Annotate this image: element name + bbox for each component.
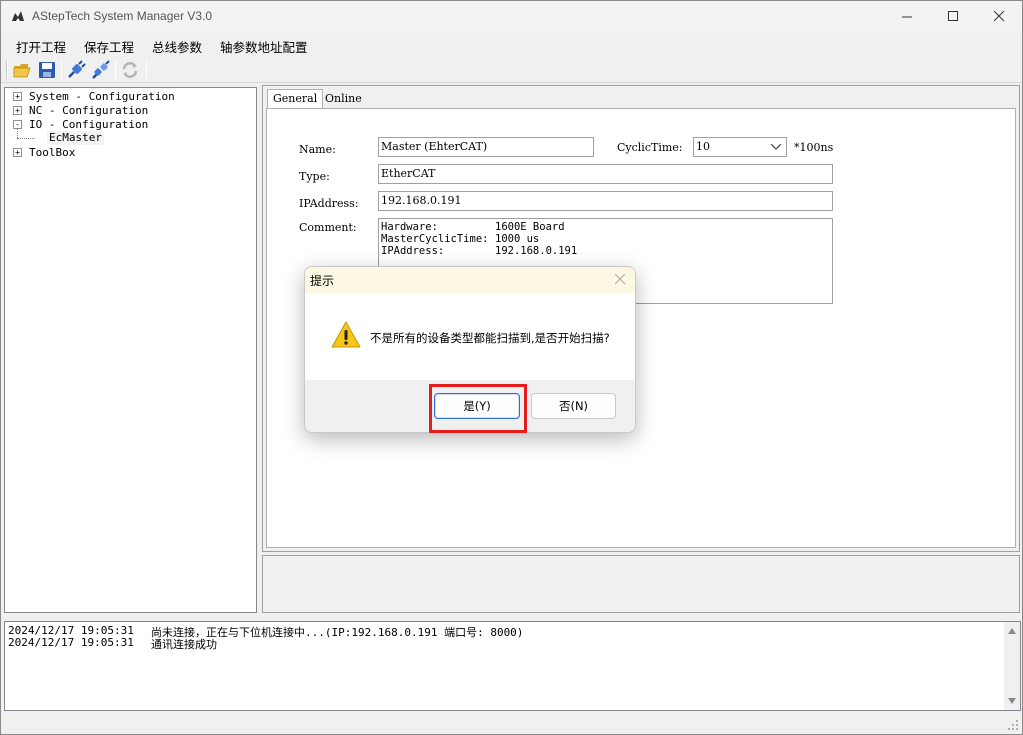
dialog-title-bar: 提示	[305, 267, 635, 293]
maximize-button[interactable]	[930, 1, 976, 32]
ip-address-field[interactable]: 192.168.0.191	[378, 191, 833, 211]
tree-connector	[17, 128, 18, 138]
tree-item-label: IO - Configuration	[29, 118, 149, 131]
comment-label: Comment:	[299, 221, 357, 234]
status-bar	[1, 713, 1022, 734]
title-bar: AStepTech System Manager V3.0	[1, 1, 1022, 32]
window-title: AStepTech System Manager V3.0	[32, 9, 213, 23]
tree-item-label: NC - Configuration	[29, 104, 149, 117]
tree-item-ecmaster[interactable]: EcMaster	[47, 131, 104, 145]
dialog-close-icon[interactable]	[615, 274, 626, 285]
tab-general[interactable]: General	[267, 89, 324, 109]
app-logo-icon	[12, 11, 24, 21]
warning-icon	[331, 321, 361, 348]
cyclic-time-unit: *100ns	[794, 141, 834, 154]
cyclic-time-value: 10	[696, 140, 710, 153]
resize-grip-icon[interactable]	[1007, 719, 1019, 731]
open-folder-icon[interactable]	[12, 60, 32, 80]
close-icon	[993, 11, 1004, 22]
minimize-icon	[901, 16, 912, 18]
log-output: 2024/12/17 19:05:31 尚未连接，正在与下位机连接中...(IP:…	[4, 621, 1021, 711]
comment-line: IPAddress: 192.168.0.191	[381, 245, 578, 257]
tab-online[interactable]: Online	[320, 90, 367, 110]
close-window-button[interactable]	[976, 1, 1022, 32]
menu-axis-address-config[interactable]: 轴参数地址配置	[220, 37, 308, 56]
comment-line: Hardware: 1600E Board	[381, 221, 565, 233]
dialog-title: 提示	[310, 274, 335, 288]
toolbar-separator	[115, 61, 116, 79]
toolbar-separator	[61, 61, 62, 79]
tree-connector	[17, 138, 35, 139]
no-button[interactable]: 否(N)	[531, 393, 616, 419]
tree-item-label: System - Configuration	[29, 90, 175, 103]
menu-bar: 打开工程 保存工程 总线参数 轴参数地址配置	[1, 32, 1022, 57]
dialog-message: 不是所有的设备类型都能扫描到,是否开始扫描?	[370, 331, 610, 345]
log-scrollbar[interactable]	[1004, 622, 1020, 710]
connect-plug-icon[interactable]	[66, 60, 86, 80]
cyclic-time-select[interactable]: 10	[693, 137, 787, 157]
disconnect-plug-icon[interactable]	[91, 60, 111, 80]
name-field[interactable]: Master (EhterCAT)	[378, 137, 594, 157]
menu-save-project[interactable]: 保存工程	[84, 37, 134, 56]
scroll-up-icon[interactable]	[1008, 628, 1016, 634]
ip-address-label: IPAddress:	[299, 197, 359, 210]
toolbar-separator	[146, 61, 147, 79]
menu-open-project[interactable]: 打开工程	[16, 37, 66, 56]
tree-item-label: EcMaster	[49, 131, 102, 144]
annotation-highlight-box	[429, 384, 527, 433]
save-disk-icon[interactable]	[37, 60, 57, 80]
menu-bus-params[interactable]: 总线参数	[152, 37, 202, 56]
toolbar	[1, 57, 1022, 83]
expand-icon[interactable]: +	[13, 92, 22, 101]
minimize-button[interactable]	[884, 1, 930, 32]
expand-icon[interactable]: +	[13, 148, 22, 157]
detail-panel	[262, 555, 1020, 613]
refresh-icon[interactable]	[120, 60, 140, 80]
type-field[interactable]: EtherCAT	[378, 164, 833, 184]
cyclic-time-label: CyclicTime:	[617, 141, 683, 154]
config-tree: + System - Configuration + NC - Configur…	[4, 87, 257, 613]
tree-item-label: ToolBox	[29, 146, 76, 159]
name-label: Name:	[299, 143, 336, 156]
expand-icon[interactable]: +	[13, 106, 22, 115]
chevron-down-icon	[771, 144, 781, 150]
type-label: Type:	[299, 170, 330, 183]
scroll-down-icon[interactable]	[1008, 698, 1016, 704]
toolbar-grip	[6, 61, 8, 79]
maximize-icon	[947, 11, 958, 21]
comment-line: MasterCyclicTime: 1000 us	[381, 233, 540, 245]
log-entry: 2024/12/17 19:05:31 通讯连接成功	[8, 636, 217, 651]
